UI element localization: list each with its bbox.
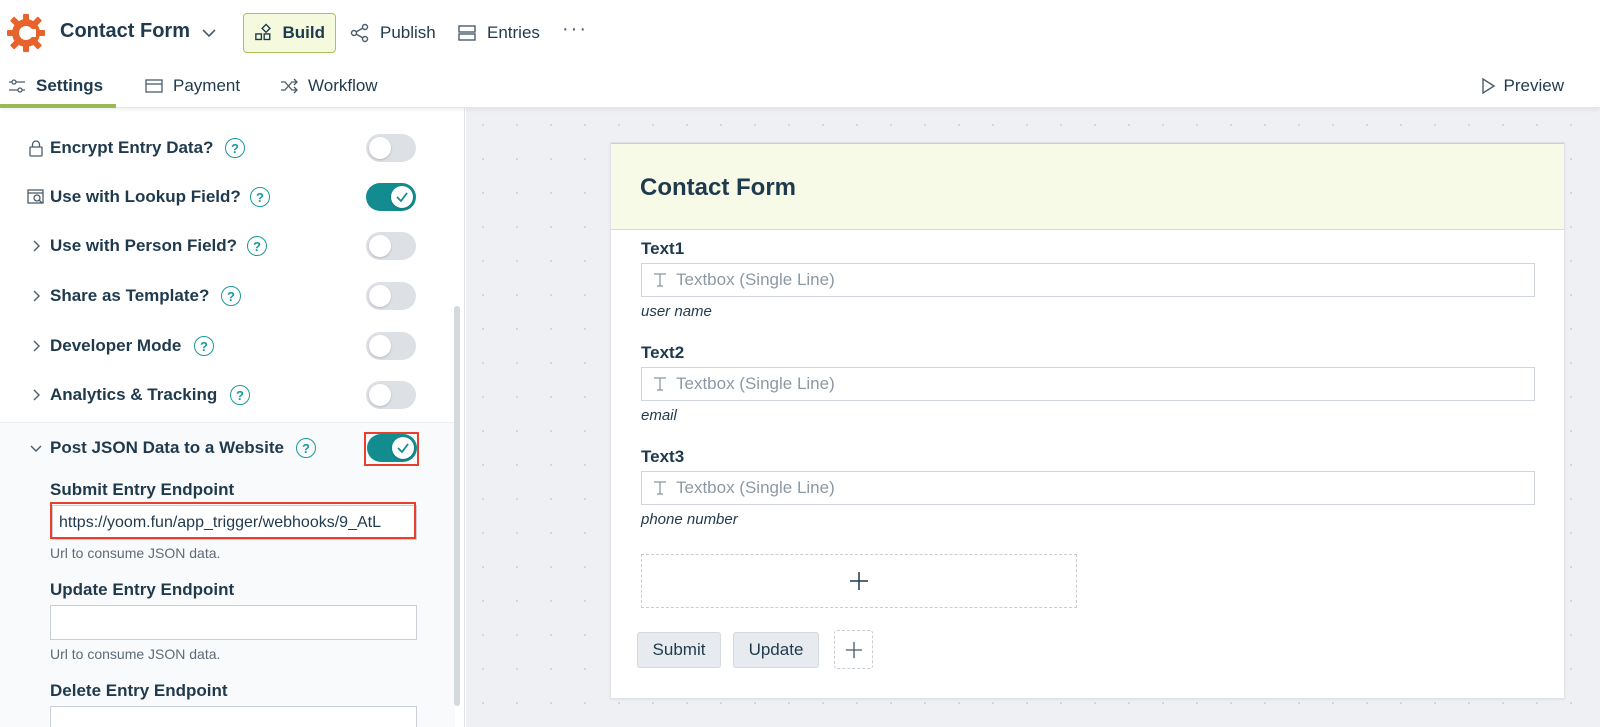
setting-label: Share as Template? — [50, 286, 210, 305]
chevron-right-icon[interactable] — [26, 286, 46, 306]
share-icon — [350, 23, 369, 43]
field-placeholder: Textbox (Single Line) — [676, 374, 835, 393]
field-description: email — [641, 407, 677, 424]
update-endpoint-input[interactable] — [50, 605, 417, 640]
field-placeholder: Textbox (Single Line) — [676, 478, 835, 497]
tab-workflow-label: Workflow — [308, 76, 378, 95]
form-card: Contact Form Text1 Textbox (Single Line)… — [610, 142, 1565, 699]
setting-label: Developer Mode — [50, 336, 182, 355]
use-with-lookup-field-toggle[interactable] — [366, 183, 416, 211]
nav-publish-label: Publish — [380, 23, 436, 42]
delete-endpoint-input[interactable] — [50, 706, 417, 727]
tab-settings[interactable]: Settings — [8, 64, 103, 108]
help-icon[interactable]: ? — [221, 286, 241, 306]
submit-button[interactable]: Submit — [637, 632, 721, 668]
setting-label: Post JSON Data to a Website — [50, 438, 284, 457]
submit-endpoint-hint: Url to consume JSON data. — [50, 545, 221, 561]
nav-entries-button[interactable]: Entries — [447, 13, 550, 53]
text-field[interactable]: Textbox (Single Line) — [641, 367, 1535, 401]
app-logo-icon[interactable] — [6, 13, 46, 53]
play-icon — [1481, 78, 1495, 94]
developer-mode-toggle[interactable] — [366, 332, 416, 360]
top-bar: Contact Form Build Publish Entries ··· — [0, 0, 1600, 64]
update-endpoint-hint: Url to consume JSON data. — [50, 646, 221, 662]
nav-entries-label: Entries — [487, 23, 540, 42]
analytics-tracking-toggle[interactable] — [366, 381, 416, 409]
chevron-down-icon[interactable] — [26, 438, 46, 458]
delete-endpoint-label: Delete Entry Endpoint — [50, 681, 228, 700]
setting-encrypt-entry-data: Encrypt Entry Data? ? — [0, 123, 455, 173]
help-icon[interactable]: ? — [250, 187, 270, 207]
toggle-highlight-box — [364, 432, 419, 466]
add-field-zone[interactable] — [641, 554, 1077, 608]
help-icon[interactable]: ? — [296, 438, 316, 458]
help-icon[interactable]: ? — [194, 336, 214, 356]
form-header[interactable]: Contact Form — [611, 143, 1564, 230]
setting-developer-mode[interactable]: Developer Mode ? — [0, 321, 455, 371]
setting-analytics-tracking[interactable]: Analytics & Tracking ? — [0, 370, 455, 420]
settings-sliders-icon — [9, 79, 25, 93]
text-field[interactable]: Textbox (Single Line) — [641, 263, 1535, 297]
panel-scrollbar[interactable] — [454, 306, 460, 706]
preview-label: Preview — [1503, 76, 1564, 95]
app-title[interactable]: Contact Form — [60, 20, 190, 43]
text-type-icon — [654, 273, 666, 287]
nav-build-label: Build — [282, 23, 326, 42]
chevron-right-icon[interactable] — [26, 336, 46, 356]
input-highlight-box — [50, 502, 416, 539]
tab-workflow[interactable]: Workflow — [280, 64, 378, 108]
setting-label: Use with Person Field? — [50, 236, 238, 255]
field-placeholder: Textbox (Single Line) — [676, 270, 835, 289]
help-icon[interactable]: ? — [247, 236, 267, 256]
chevron-down-icon[interactable] — [201, 25, 217, 41]
build-icon — [255, 23, 271, 41]
check-icon — [396, 192, 408, 203]
plus-icon — [850, 572, 868, 590]
setting-use-with-lookup-field: Use with Lookup Field? ? — [0, 172, 455, 222]
help-icon[interactable]: ? — [230, 385, 250, 405]
submit-endpoint-label: Submit Entry Endpoint — [50, 480, 235, 499]
field-description: phone number — [641, 511, 738, 528]
chevron-right-icon[interactable] — [26, 385, 46, 405]
lock-icon — [26, 138, 46, 158]
plus-icon — [845, 641, 862, 658]
form-title: Contact Form — [640, 174, 796, 201]
field-label: Text3 — [641, 447, 685, 466]
setting-label: Use with Lookup Field? — [50, 187, 241, 206]
tab-payment[interactable]: Payment — [145, 64, 240, 108]
entries-icon — [458, 25, 476, 41]
update-endpoint-label: Update Entry Endpoint — [50, 580, 235, 599]
setting-use-with-person-field[interactable]: Use with Person Field? ? — [0, 221, 455, 271]
lookup-icon — [26, 187, 46, 207]
use-with-person-field-toggle[interactable] — [366, 232, 416, 260]
sub-tab-bar: Settings Payment Workflow Preview — [0, 64, 1600, 108]
preview-button[interactable]: Preview — [1480, 64, 1564, 108]
text-type-icon — [654, 377, 666, 391]
update-button[interactable]: Update — [733, 632, 819, 668]
chevron-right-icon[interactable] — [26, 236, 46, 256]
payment-card-icon — [145, 79, 163, 93]
encrypt-entry-data-toggle[interactable] — [366, 134, 416, 162]
add-button-button[interactable] — [834, 630, 873, 669]
active-tab-indicator — [0, 104, 116, 108]
help-icon[interactable]: ? — [225, 138, 245, 158]
nav-build-button[interactable]: Build — [243, 13, 336, 53]
setting-share-as-template[interactable]: Share as Template? ? — [0, 271, 455, 321]
shuffle-icon — [281, 78, 298, 94]
setting-label: Encrypt Entry Data? — [50, 138, 214, 157]
field-label: Text1 — [641, 239, 685, 258]
tab-settings-label: Settings — [36, 76, 104, 95]
more-options-icon[interactable]: ··· — [562, 18, 588, 41]
field-label: Text2 — [641, 343, 685, 362]
setting-label: Analytics & Tracking — [50, 385, 218, 404]
nav-publish-button[interactable]: Publish — [340, 13, 446, 53]
text-field[interactable]: Textbox (Single Line) — [641, 471, 1535, 505]
field-description: user name — [641, 303, 712, 320]
share-as-template-toggle[interactable] — [366, 282, 416, 310]
text-type-icon — [654, 481, 666, 495]
settings-panel: Encrypt Entry Data? ? Use with Lookup Fi… — [0, 108, 465, 727]
tab-payment-label: Payment — [173, 76, 241, 95]
